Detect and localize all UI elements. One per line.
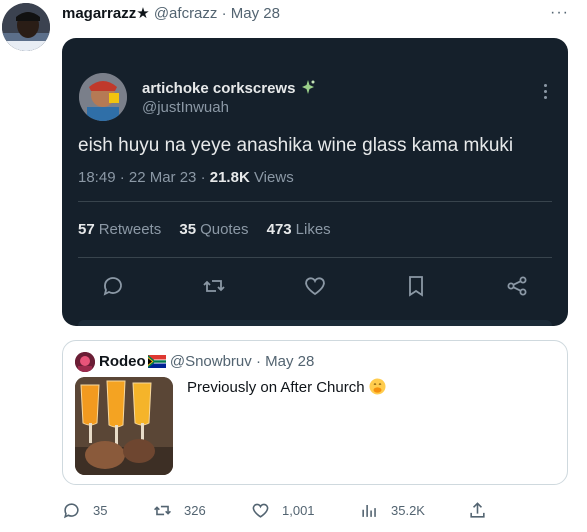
stat-quotes: 35 Quotes — [179, 221, 249, 238]
embedded-tweet-text: eish huyu na yeye anashika wine glass ka… — [78, 135, 514, 156]
tweet-action-bar: 35 326 1,001 35.2K — [62, 498, 568, 522]
stat-retweets: 57 Retweets — [78, 221, 162, 238]
embedded-action-bar — [62, 270, 568, 302]
reply-count: 35 — [93, 502, 108, 518]
divider — [78, 257, 552, 258]
analytics-icon — [362, 504, 376, 517]
next-item-edge — [78, 320, 552, 326]
author-name[interactable]: magarrazz★ — [62, 5, 150, 22]
quoted-author-name: Rodeo — [99, 353, 146, 370]
views-button[interactable]: 35.2K — [360, 498, 425, 522]
tweet-screenshot-image[interactable]: artichoke corkscrews @justInwuah eish hu… — [62, 38, 568, 326]
smiling-face-hand-over-mouth-emoji — [369, 378, 386, 396]
sparkle-emoji-icon — [300, 80, 316, 97]
retweet-button[interactable]: 326 — [153, 498, 206, 522]
share-upload-icon — [470, 501, 485, 518]
views-count: 35.2K — [391, 502, 425, 518]
quoted-author-avatar — [75, 352, 95, 372]
reply-icon — [63, 502, 79, 518]
embedded-tweet-meta: 18:49 · 22 Mar 23 · 21.8K Views — [78, 169, 294, 186]
bookmark-icon — [400, 270, 432, 302]
like-button[interactable]: 1,001 — [251, 498, 315, 522]
quoted-tweet-header: Rodeo @Snowbruv · May 28 — [99, 353, 314, 372]
tweet-date[interactable]: · May 28 — [222, 5, 280, 22]
quoted-author-handle: @Snowbruv — [169, 353, 252, 370]
quoted-tweet[interactable]: Rodeo @Snowbruv · May 28 Previously on A… — [62, 340, 568, 485]
quoted-tweet-date: · May 28 — [255, 353, 315, 370]
tweet-header: magarrazz★ @afcrazz · May 28 — [62, 5, 280, 23]
more-horizontal-icon[interactable]: ··· — [550, 4, 569, 22]
heart-icon — [252, 503, 269, 518]
author-avatar[interactable] — [2, 3, 50, 51]
stat-likes: 473 Likes — [266, 221, 331, 238]
embedded-author-handle: @justInwuah — [142, 99, 229, 116]
retweet-icon — [154, 505, 171, 515]
share-icon — [501, 270, 533, 302]
retweet-icon — [198, 270, 230, 302]
like-count: 1,001 — [282, 502, 315, 518]
divider — [78, 201, 552, 202]
reply-icon — [97, 270, 129, 302]
embedded-author-name: artichoke corkscrews — [142, 80, 316, 97]
retweet-count: 326 — [184, 502, 206, 518]
share-button[interactable] — [468, 498, 499, 522]
south-africa-flag-icon — [147, 355, 166, 372]
quoted-tweet-text: Previously on After Church — [187, 378, 386, 396]
embedded-more-icon — [544, 84, 548, 102]
embedded-tweet-stats: 57 Retweets 35 Quotes 473 Likes — [78, 221, 345, 238]
quoted-tweet-photo[interactable] — [75, 377, 173, 475]
heart-icon — [299, 270, 331, 302]
reply-button[interactable]: 35 — [62, 498, 107, 522]
author-handle[interactable]: @afcrazz — [154, 5, 218, 22]
embedded-author-avatar — [79, 73, 127, 121]
